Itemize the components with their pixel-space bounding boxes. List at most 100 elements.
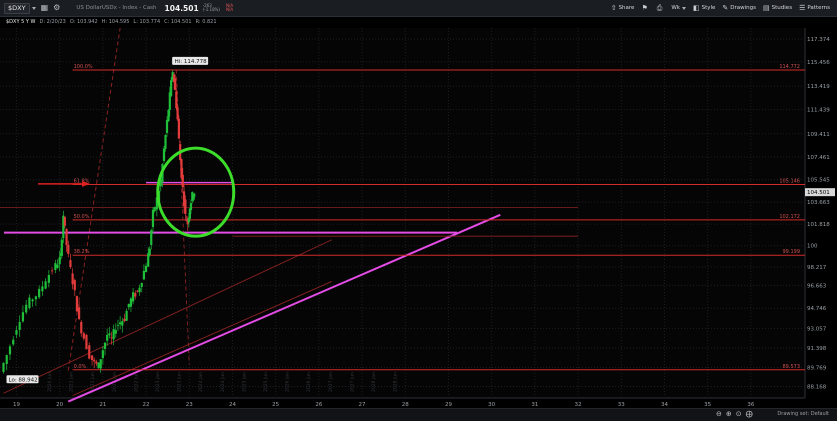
candle-down: [184, 199, 187, 214]
candle-up: [147, 253, 150, 267]
candle-down: [134, 292, 137, 297]
candle-down: [80, 321, 83, 334]
candle-down: [181, 174, 184, 188]
candle-up: [41, 286, 44, 292]
last-price-label: 104.501: [807, 190, 830, 196]
plot-area: [0, 28, 805, 398]
candle-up: [138, 287, 141, 293]
fib-level-value: 102.172: [779, 214, 800, 220]
fib-level-percent: 38.2%: [74, 249, 90, 255]
future-date-label: 2023 Jan: [155, 372, 161, 392]
fib-level-value: 89.573: [783, 364, 801, 370]
candle-up: [132, 292, 135, 302]
fib-level-percent: 0.0%: [74, 364, 87, 370]
fib-level-percent: 100.0%: [74, 64, 93, 70]
y-tick-label: 117.374: [807, 37, 830, 43]
future-date-label: 2025 Jan: [241, 372, 247, 392]
candle-down: [69, 260, 72, 268]
candle-down: [78, 307, 81, 320]
candle-down: [88, 345, 91, 359]
candle-up: [108, 333, 111, 336]
candle-down: [136, 290, 139, 292]
candle-up: [189, 203, 193, 211]
future-date-label: 2027 Jan: [328, 372, 334, 392]
y-tick-label: 115.456: [807, 60, 830, 66]
candle-up: [112, 329, 115, 340]
candle-up: [153, 207, 156, 212]
future-date-label: 2021 Jan: [69, 372, 75, 392]
zoom-in-icon[interactable]: ⊕: [726, 410, 732, 418]
candle-up: [114, 330, 117, 334]
y-tick-label: 96.663: [807, 283, 827, 289]
candle-down: [90, 355, 94, 361]
candle-up: [15, 330, 18, 335]
candle-up: [193, 193, 196, 198]
future-date-label: 2027 Jun: [349, 372, 355, 392]
fib-level-percent: 50.0%: [74, 214, 90, 220]
candle-down: [176, 107, 179, 120]
candle-up: [60, 239, 63, 256]
candle-up: [165, 119, 169, 133]
y-tick-label: 107.461: [807, 155, 830, 161]
candle-up: [54, 263, 57, 271]
candle-down: [82, 333, 85, 339]
candle-down: [110, 337, 113, 339]
high-label: Hi: 114.778: [175, 59, 208, 65]
future-date-label: 2024 Jan: [198, 372, 204, 392]
candle-up: [116, 325, 120, 326]
y-tick-label: 98.217: [807, 265, 827, 271]
future-date-label: 2026 Jun: [306, 372, 312, 392]
y-tick-label: 101.818: [807, 222, 830, 228]
y-tick-label: 93.057: [807, 326, 827, 332]
candle-up: [25, 304, 28, 313]
candle-down: [95, 361, 98, 364]
candle-up: [101, 350, 104, 359]
candle-up: [170, 80, 173, 97]
y-tick-label: 111.439: [807, 108, 830, 114]
candle-down: [93, 359, 96, 362]
future-date-label: 2022 Jun: [133, 372, 139, 392]
candle-up: [162, 148, 166, 161]
fib-level-value: 114.772: [779, 64, 800, 70]
candle-up: [47, 275, 50, 283]
y-tick-label: 94.746: [807, 306, 827, 312]
y-tick-label: 105.545: [807, 178, 830, 184]
future-date-label: 2028 Jun: [393, 372, 399, 392]
candle-down: [180, 159, 183, 178]
future-date-label: 2025 Jun: [263, 372, 269, 392]
candle-down: [73, 280, 76, 291]
crosshair-icon[interactable]: ⨁: [746, 410, 753, 418]
candle-down: [63, 216, 66, 226]
candle-up: [127, 303, 130, 308]
candle-up: [18, 322, 21, 330]
candle-up: [150, 230, 153, 245]
zoom-reset-icon[interactable]: ⊙: [736, 410, 742, 418]
candle-up: [119, 322, 122, 325]
y-tick-label: 103.663: [807, 200, 830, 206]
y-tick-label: 113.419: [807, 84, 830, 90]
candle-up: [56, 264, 59, 268]
candle-down: [123, 318, 126, 322]
candle-down: [67, 244, 70, 254]
y-tick-label: 109.411: [807, 132, 830, 138]
candle-up: [167, 109, 170, 122]
candle-up: [28, 297, 31, 308]
zoom-out-icon[interactable]: ⊖: [716, 410, 722, 418]
y-tick-label: 88.168: [807, 384, 827, 390]
low-label: Lo: 88.942: [9, 377, 38, 383]
price-chart[interactable]: 2020 Jun2021 Jan2021 Jun2022 Jan2022 Jun…: [0, 0, 837, 408]
candle-down: [65, 228, 68, 246]
candle-up: [12, 339, 15, 345]
future-date-label: 2026 Jan: [285, 372, 291, 392]
candle-up: [2, 362, 5, 372]
candle-down: [177, 118, 180, 139]
candle-up: [21, 312, 25, 322]
candle-up: [151, 209, 155, 228]
drawing-set-label[interactable]: Drawing set: Default: [777, 411, 829, 417]
candle-up: [34, 296, 37, 300]
candle-up: [144, 265, 148, 273]
candle-down: [75, 296, 79, 312]
future-date-label: 2028 Jan: [371, 372, 377, 392]
candle-up: [121, 321, 124, 326]
candle-down: [51, 270, 54, 272]
